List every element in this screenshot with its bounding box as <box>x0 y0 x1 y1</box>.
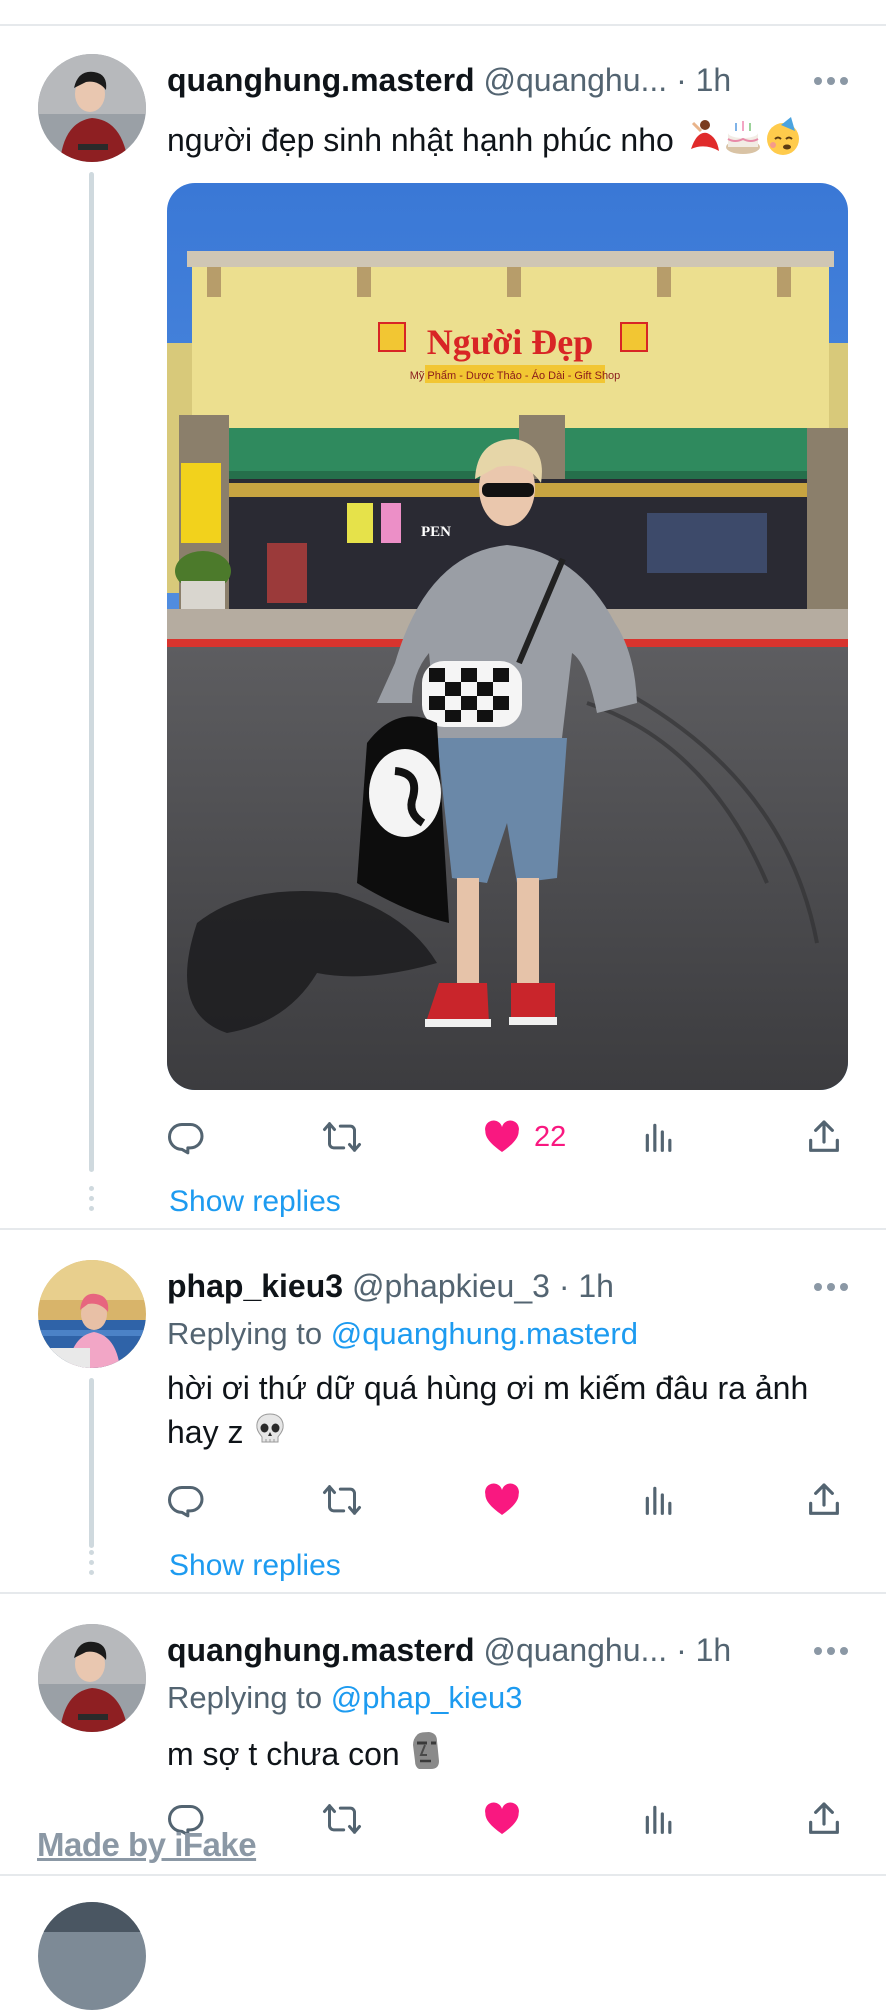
dancer-emoji <box>683 117 723 168</box>
top-divider <box>0 24 886 26</box>
reply-icon <box>168 1485 204 1518</box>
tweet-photo[interactable]: Người Đẹp Mỹ Phẩm - Dược Thảo - Áo Dài -… <box>167 183 848 1090</box>
reply-button[interactable] <box>167 1478 207 1522</box>
share-button[interactable] <box>804 1478 844 1522</box>
like-count: 22 <box>534 1120 567 1153</box>
tweet-divider <box>0 1874 886 1876</box>
tweet-text: m sợ t chưa con <box>167 1731 847 1782</box>
retweet-icon <box>323 1122 361 1152</box>
thread-dots <box>89 1186 94 1216</box>
tweet-actions <box>167 1797 847 1841</box>
like-button[interactable] <box>482 1478 522 1522</box>
avatar[interactable] <box>38 54 146 162</box>
show-replies-link[interactable]: Show replies <box>169 1182 341 1222</box>
partying-face-emoji <box>763 117 803 168</box>
retweet-icon <box>323 1804 361 1834</box>
replying-to-prefix: Replying to <box>167 1316 323 1351</box>
next-tweet-avatar[interactable] <box>38 1902 146 2010</box>
display-name[interactable]: quanghung.masterd <box>167 62 475 98</box>
thread-line <box>89 172 94 1172</box>
tweet-text-body: người đẹp sinh nhật hạnh phúc nho <box>167 121 674 158</box>
timestamp[interactable]: · 1h <box>676 62 731 98</box>
share-button[interactable] <box>804 1115 844 1159</box>
views-button[interactable] <box>639 1478 679 1522</box>
like-button[interactable]: 22 <box>482 1115 566 1159</box>
share-icon <box>809 1802 839 1834</box>
tweet-text-body: m sợ t chưa con <box>167 1735 400 1772</box>
tweet-divider <box>0 1592 886 1594</box>
watermark: Made by iFake <box>37 1826 257 1863</box>
more-icon[interactable] <box>814 1646 848 1656</box>
share-icon <box>809 1120 839 1152</box>
username[interactable]: @phapkieu_3 <box>352 1268 550 1304</box>
door-sign: PEN <box>421 524 451 540</box>
timestamp[interactable]: · 1h <box>559 1268 614 1304</box>
views-button[interactable] <box>639 1115 679 1159</box>
tweet-text-line-1: hời ơi thứ dữ quá hùng ơi m kiếm đâu ra … <box>167 1370 809 1406</box>
store-sign-title: Người Đẹp <box>427 322 594 362</box>
username[interactable]: @quanghu... <box>483 62 667 98</box>
like-button[interactable] <box>482 1797 522 1841</box>
username[interactable]: @quanghu... <box>483 1632 667 1668</box>
retweet-button[interactable] <box>322 1115 362 1159</box>
retweet-button[interactable] <box>322 1478 362 1522</box>
views-button[interactable] <box>639 1797 679 1841</box>
thread-dots <box>89 1550 94 1580</box>
moai-emoji <box>409 1731 443 1782</box>
more-icon[interactable] <box>814 1282 848 1292</box>
tweet-header: quanghung.masterd @quanghu... · 1h <box>167 1630 731 1670</box>
replying-to-link[interactable]: @phap_kieu3 <box>331 1680 523 1715</box>
retweet-button[interactable] <box>322 1797 362 1841</box>
tweet-actions <box>167 1478 847 1522</box>
views-icon <box>645 1805 672 1834</box>
replying-to-link[interactable]: @quanghung.masterd <box>331 1316 638 1351</box>
heart-icon <box>485 1483 519 1515</box>
tweet-header: phap_kieu3 @phapkieu_3 · 1h <box>167 1266 614 1306</box>
tweet-text-line-2: hay z <box>167 1414 244 1450</box>
tweet-header: quanghung.masterd @quanghu... · 1h <box>167 60 731 100</box>
tweet-divider <box>0 1228 886 1230</box>
views-icon <box>645 1486 672 1515</box>
show-replies-link[interactable]: Show replies <box>169 1546 341 1586</box>
reply-button[interactable] <box>167 1115 207 1159</box>
thread-line <box>89 1378 94 1548</box>
tweet-actions: 22 <box>167 1115 847 1159</box>
skull-emoji <box>252 1411 288 1458</box>
heart-icon <box>485 1802 519 1834</box>
reply-icon <box>168 1122 204 1155</box>
views-icon <box>645 1123 672 1152</box>
timestamp[interactable]: · 1h <box>676 1632 731 1668</box>
replying-to: Replying to @quanghung.masterd <box>167 1314 638 1354</box>
avatar[interactable] <box>38 1624 146 1732</box>
display-name[interactable]: phap_kieu3 <box>167 1268 343 1304</box>
replying-to-prefix: Replying to <box>167 1680 323 1715</box>
display-name[interactable]: quanghung.masterd <box>167 1632 475 1668</box>
tweet-text-line-2-wrap: hay z <box>167 1410 847 1458</box>
store-sign-subtitle: Mỹ Phẩm - Dược Thảo - Áo Dài - Gift Shop <box>410 369 621 382</box>
birthday-cake-emoji <box>723 117 763 168</box>
heart-icon <box>485 1120 519 1152</box>
tweet-text: người đẹp sinh nhật hạnh phúc nho <box>167 117 847 168</box>
share-icon <box>809 1483 839 1515</box>
tweet-text: hời ơi thứ dữ quá hùng ơi m kiếm đâu ra … <box>167 1366 847 1458</box>
replying-to: Replying to @phap_kieu3 <box>167 1678 523 1718</box>
avatar[interactable] <box>38 1260 146 1368</box>
retweet-icon <box>323 1485 361 1515</box>
more-icon[interactable] <box>814 76 848 86</box>
share-button[interactable] <box>804 1797 844 1841</box>
